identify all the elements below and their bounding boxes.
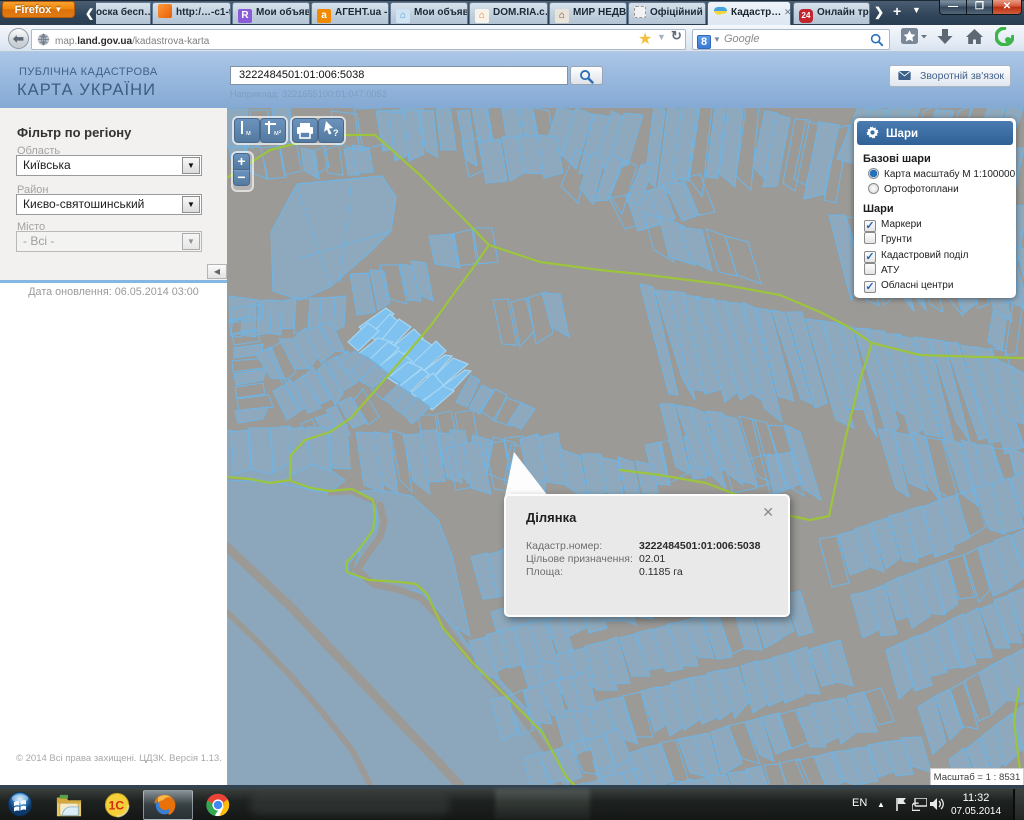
svg-text:м: м: [246, 130, 251, 137]
svg-text:1С: 1С: [109, 799, 125, 813]
svg-text:?: ?: [333, 128, 339, 138]
svg-text:м²: м²: [274, 130, 282, 137]
